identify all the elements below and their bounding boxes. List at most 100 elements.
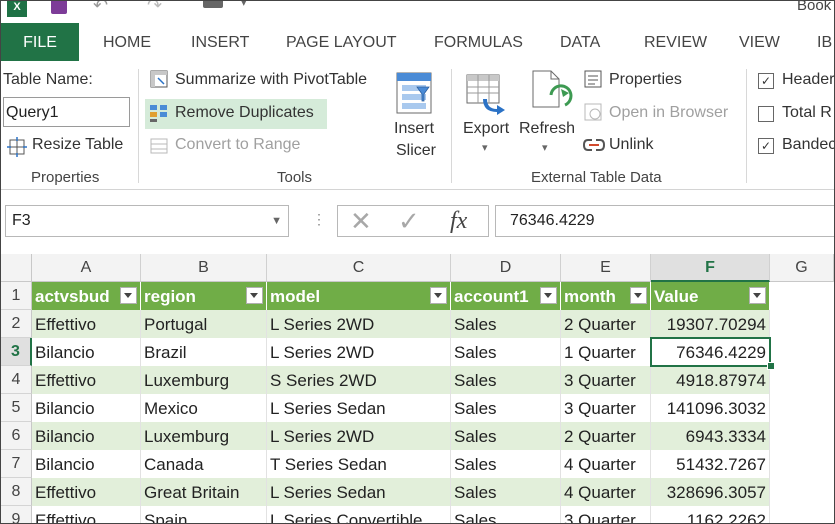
table-cell[interactable]: 4 Quarter: [561, 478, 651, 506]
tab-home[interactable]: HOME: [103, 23, 151, 61]
column-header-f[interactable]: F: [651, 254, 770, 282]
table-cell[interactable]: 141096.3032: [651, 394, 770, 422]
table-cell[interactable]: Bilancio: [32, 450, 141, 478]
name-box[interactable]: F3 ▼: [5, 205, 289, 237]
table-cell[interactable]: L Series 2WD: [267, 338, 451, 366]
row-header-8[interactable]: 8: [1, 478, 32, 506]
remove-duplicates-button[interactable]: Remove Duplicates: [175, 104, 314, 122]
table-cell[interactable]: 4918.87974: [651, 366, 770, 394]
table-cell[interactable]: Spain: [141, 506, 267, 523]
table-cell[interactable]: 3 Quarter: [561, 366, 651, 394]
table-cell[interactable]: Sales: [451, 366, 561, 394]
table-cell[interactable]: 19307.70294: [651, 310, 770, 338]
fill-handle[interactable]: [767, 362, 775, 370]
column-header-c[interactable]: C: [267, 254, 451, 282]
banded-rows-checkbox[interactable]: ✓: [758, 138, 774, 154]
row-header-4[interactable]: 4: [1, 366, 32, 394]
filter-dropdown-icon[interactable]: [430, 287, 447, 304]
table-cell[interactable]: Effettivo: [32, 506, 141, 523]
table-cell[interactable]: Great Britain: [141, 478, 267, 506]
table-cell[interactable]: Sales: [451, 506, 561, 523]
export-button[interactable]: Export: [463, 120, 509, 138]
resize-table-button[interactable]: Resize Table: [32, 136, 123, 154]
undo-icon[interactable]: ↶: [93, 1, 108, 16]
column-header-b[interactable]: B: [141, 254, 267, 282]
table-cell[interactable]: 3 Quarter: [561, 394, 651, 422]
customize-quick-access-icon[interactable]: ▾: [241, 1, 247, 9]
header-row-checkbox[interactable]: ✓: [758, 73, 774, 89]
table-cell[interactable]: L Series Sedan: [267, 394, 451, 422]
total-row-checkbox[interactable]: [758, 106, 774, 122]
export-dropdown-icon[interactable]: ▾: [482, 141, 488, 154]
tab-formulas[interactable]: FORMULAS: [434, 23, 523, 61]
table-cell[interactable]: Canada: [141, 450, 267, 478]
table-cell[interactable]: 4 Quarter: [561, 450, 651, 478]
table-cell[interactable]: Luxemburg: [141, 366, 267, 394]
table-cell[interactable]: 1162.2262: [651, 506, 770, 523]
table-cell[interactable]: 51432.7267: [651, 450, 770, 478]
table-cell[interactable]: Sales: [451, 450, 561, 478]
filter-dropdown-icon[interactable]: [749, 287, 766, 304]
table-cell[interactable]: 328696.3057: [651, 478, 770, 506]
unlink-button[interactable]: Unlink: [609, 136, 653, 154]
table-cell[interactable]: Bilancio: [32, 422, 141, 450]
formula-bar-resize-handle[interactable]: ⋮: [312, 211, 326, 228]
column-header-a[interactable]: A: [32, 254, 141, 282]
table-cell[interactable]: Sales: [451, 422, 561, 450]
cancel-icon[interactable]: ✕: [350, 206, 372, 236]
tab-ib[interactable]: IB: [817, 23, 832, 61]
table-cell[interactable]: Sales: [451, 478, 561, 506]
table-cell[interactable]: L Series 2WD: [267, 422, 451, 450]
properties-button[interactable]: Properties: [609, 71, 682, 89]
table-cell[interactable]: 1 Quarter: [561, 338, 651, 366]
row-header-5[interactable]: 5: [1, 394, 32, 422]
redo-icon[interactable]: ↷: [147, 1, 162, 16]
table-cell[interactable]: Effettivo: [32, 478, 141, 506]
save-icon[interactable]: [51, 1, 67, 14]
table-cell[interactable]: 76346.4229: [651, 338, 770, 366]
table-cell[interactable]: Luxemburg: [141, 422, 267, 450]
refresh-button[interactable]: Refresh: [519, 120, 575, 138]
table-cell[interactable]: Brazil: [141, 338, 267, 366]
row-header-1[interactable]: 1: [1, 282, 32, 310]
column-header-d[interactable]: D: [451, 254, 561, 282]
insert-slicer-button[interactable]: Insert: [394, 120, 434, 138]
table-header-cell[interactable]: model: [267, 282, 451, 310]
table-cell[interactable]: Effettivo: [32, 366, 141, 394]
row-header-9[interactable]: 9: [1, 506, 32, 523]
filter-dropdown-icon[interactable]: [630, 287, 647, 304]
table-cell[interactable]: 2 Quarter: [561, 310, 651, 338]
name-box-dropdown-icon[interactable]: ▼: [271, 206, 282, 236]
table-cell[interactable]: S Series 2WD: [267, 366, 451, 394]
table-name-input[interactable]: Query1: [3, 97, 130, 127]
table-cell[interactable]: T Series Sedan: [267, 450, 451, 478]
column-header-e[interactable]: E: [561, 254, 651, 282]
table-cell[interactable]: L Series Sedan: [267, 478, 451, 506]
tab-review[interactable]: REVIEW: [644, 23, 707, 61]
row-header-6[interactable]: 6: [1, 422, 32, 450]
table-cell[interactable]: L Series 2WD: [267, 310, 451, 338]
refresh-dropdown-icon[interactable]: ▾: [542, 141, 548, 154]
convert-to-range-button[interactable]: Convert to Range: [175, 136, 300, 154]
table-cell[interactable]: Effettivo: [32, 310, 141, 338]
table-cell[interactable]: Bilancio: [32, 394, 141, 422]
tab-file[interactable]: FILE: [1, 23, 79, 61]
table-cell[interactable]: Portugal: [141, 310, 267, 338]
open-in-browser-button[interactable]: Open in Browser: [609, 104, 728, 122]
filter-dropdown-icon[interactable]: [120, 287, 137, 304]
formula-input[interactable]: 76346.4229: [495, 205, 834, 237]
tab-insert[interactable]: INSERT: [191, 23, 249, 61]
tab-data[interactable]: DATA: [560, 23, 600, 61]
filter-dropdown-icon[interactable]: [540, 287, 557, 304]
insert-slicer-button-line2[interactable]: Slicer: [396, 142, 436, 160]
table-cell[interactable]: Mexico: [141, 394, 267, 422]
insert-function-icon[interactable]: fx: [450, 206, 467, 236]
table-cell[interactable]: Sales: [451, 394, 561, 422]
summarize-pivot-button[interactable]: Summarize with PivotTable: [175, 71, 367, 89]
table-cell[interactable]: L Series Convertible: [267, 506, 451, 523]
select-all-corner[interactable]: [1, 254, 32, 282]
filter-dropdown-icon[interactable]: [246, 287, 263, 304]
camera-icon[interactable]: [203, 1, 223, 8]
table-cell[interactable]: Sales: [451, 310, 561, 338]
row-header-2[interactable]: 2: [1, 310, 32, 338]
